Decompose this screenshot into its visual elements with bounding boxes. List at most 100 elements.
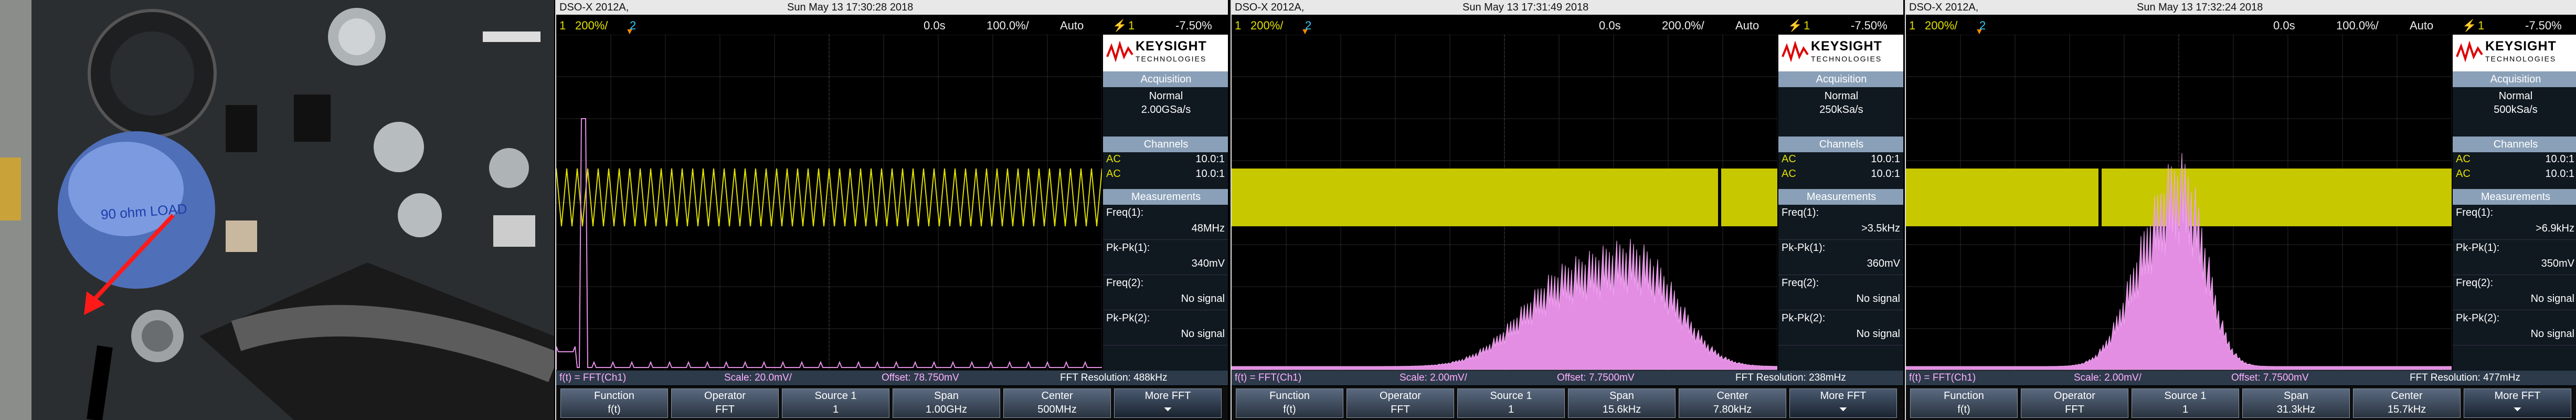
operator-softkey[interactable]: Operator FFT (2021, 388, 2128, 418)
math-scale: Scale: 2.00mV/ (2074, 372, 2142, 383)
trigger-level[interactable]: -7.50% (2525, 19, 2562, 33)
math-function: f(t) = FFT(Ch1) (559, 372, 627, 383)
measurement-label: Freq(1): (1106, 207, 1144, 218)
math-offset: Offset: 7.7500mV (2231, 372, 2309, 383)
acquisition-section[interactable]: Normal 250kSa/s (1778, 87, 1903, 136)
softkey-value: 1 (1508, 404, 1514, 415)
ch1-probe: 10.0:1 (2545, 153, 2574, 165)
measurement-label: Freq(2): (1106, 277, 1144, 289)
fft-resolution: FFT Resolution: 488kHz (1060, 372, 1168, 383)
measurement-row: Pk-Pk(1): 350mV (2453, 240, 2576, 275)
softkey-bar: Function f(t) Operator FFT Source 1 1 Span 1… (556, 386, 1228, 420)
measurements-section[interactable]: Freq(1): >3.5kHz Pk-Pk(1): 360mV Freq(2): N… (1778, 205, 1903, 345)
measurement-label: Pk-Pk(2): (2456, 312, 2500, 324)
vertical-scale[interactable]: 200%/ (1250, 19, 1283, 33)
ch2-coupling: AC (1782, 168, 1796, 180)
measurement-value: No signal (1856, 293, 1900, 304)
softkey-value: 15.6kHz (1602, 404, 1641, 415)
model-name: DSO-X 2012A, (1235, 2, 1305, 13)
waveform-display[interactable] (1906, 35, 2452, 371)
graticule (1232, 35, 1777, 371)
measurements-header: Measurements (1103, 189, 1228, 205)
ch2-coupling: AC (2456, 168, 2471, 180)
sample-rate: 250kSa/s (1819, 104, 1863, 116)
fft-resolution: FFT Resolution: 238mHz (1735, 372, 1846, 383)
trigger-mode[interactable]: Auto (1060, 19, 1084, 33)
source-softkey[interactable]: Source 1 1 (2132, 388, 2239, 418)
measurement-row: Freq(1): >3.5kHz (1778, 205, 1903, 240)
math-scale: Scale: 2.00mV/ (1400, 372, 1467, 383)
time-scale[interactable]: 100.0%/ (987, 19, 1029, 33)
trigger-mode[interactable]: Auto (1735, 19, 1759, 33)
board-photo-drawing (0, 0, 554, 420)
operator-softkey[interactable]: Operator FFT (1347, 388, 1454, 418)
math-scale: Scale: 20.0mV/ (724, 372, 792, 383)
chevron-down-icon: ⏷ (2513, 404, 2522, 415)
softkey-bar: Function f(t) Operator FFT Source 1 1 Span 1… (1232, 386, 1903, 420)
acquisition-section[interactable]: Normal 2.00GSa/s (1103, 87, 1228, 136)
delay-readout[interactable]: 0.0s (924, 19, 946, 33)
center-softkey[interactable]: Center 500MHz (1003, 388, 1111, 418)
waveform-display[interactable] (556, 35, 1102, 371)
channels-section[interactable]: AC 10.0:1 AC 10.0:1 (1778, 152, 1903, 189)
center-softkey[interactable]: Center 15.7kHz (2353, 388, 2461, 418)
channels-section[interactable]: AC 10.0:1 AC 10.0:1 (1103, 152, 1228, 189)
measurement-value: No signal (2530, 328, 2574, 340)
function-softkey[interactable]: Function f(t) (1910, 388, 2018, 418)
acquisition-section[interactable]: Normal 500kSa/s (2453, 87, 2576, 136)
scope-header: 1 200%/ 2 0.0s 200.0%/ Auto ⚡ 1 -7.50% ▼ (1232, 15, 1903, 36)
acquisition-header: Acquisition (1103, 71, 1228, 87)
measurements-section[interactable]: Freq(1): >6.9kHz Pk-Pk(1): 350mV Freq(2): N… (2453, 205, 2576, 345)
softkey-title: Source 1 (1490, 390, 1532, 402)
softkey-value: 1 (2182, 404, 2189, 415)
keysight-logo: KEYSIGHT TECHNOLOGIES (1778, 35, 1903, 71)
measurement-value: 350mV (2541, 258, 2574, 269)
channels-section[interactable]: AC 10.0:1 AC 10.0:1 (2453, 152, 2576, 189)
waveform-display[interactable] (1232, 35, 1777, 371)
trigger-level[interactable]: -7.50% (1175, 19, 1212, 33)
delay-readout[interactable]: 0.0s (2273, 19, 2295, 33)
ch1-indicator[interactable]: 1 (559, 19, 566, 33)
softkey-value: FFT (2065, 404, 2084, 415)
brand-name: KEYSIGHT (2485, 39, 2557, 54)
measurement-value: No signal (1181, 293, 1225, 304)
status-bar: DSO-X 2012A, Sun May 13 17:31:49 2018 (1232, 0, 1903, 15)
channels-header: Channels (2453, 136, 2576, 152)
more-fft-softkey[interactable]: More FFT ⏷ (2464, 388, 2571, 418)
measurement-row: Pk-Pk(2): No signal (1103, 310, 1228, 345)
graticule (1906, 35, 2452, 371)
math-info-bar: f(t) = FFT(Ch1) Scale: 20.0mV/ Offset: 7… (556, 371, 1228, 385)
keysight-logo: KEYSIGHT TECHNOLOGIES (1103, 35, 1228, 71)
span-softkey[interactable]: Span 1.00GHz (893, 388, 1000, 418)
delay-readout[interactable]: 0.0s (1599, 19, 1621, 33)
more-fft-softkey[interactable]: More FFT ⏷ (1114, 388, 1222, 418)
math-info-bar: f(t) = FFT(Ch1) Scale: 2.00mV/ Offset: 7… (1906, 371, 2576, 385)
softkey-title: More FFT (2494, 390, 2541, 402)
measurements-header: Measurements (1778, 189, 1903, 205)
more-fft-softkey[interactable]: More FFT ⏷ (1789, 388, 1897, 418)
acquisition-mode: Normal (2498, 90, 2533, 102)
graticule (556, 35, 1102, 371)
keysight-wave-icon (1106, 41, 1133, 62)
ch1-indicator[interactable]: 1 (1235, 19, 1241, 33)
center-softkey[interactable]: Center 7.80kHz (1679, 388, 1786, 418)
trigger-level[interactable]: -7.50% (1851, 19, 1888, 33)
measurements-section[interactable]: Freq(1): 48MHz Pk-Pk(1): 340mV Freq(2): No … (1103, 205, 1228, 345)
function-softkey[interactable]: Function f(t) (1236, 388, 1343, 418)
trigger-channel: 1 (1804, 19, 1810, 32)
vertical-scale[interactable]: 200%/ (575, 19, 608, 33)
trigger-mode[interactable]: Auto (2410, 19, 2433, 33)
time-scale[interactable]: 100.0%/ (2336, 19, 2379, 33)
ch1-indicator[interactable]: 1 (1909, 19, 1915, 33)
ch1-probe: 10.0:1 (1195, 153, 1225, 165)
function-softkey[interactable]: Function f(t) (560, 388, 668, 418)
operator-softkey[interactable]: Operator FFT (671, 388, 779, 418)
time-scale[interactable]: 200.0%/ (1662, 19, 1704, 33)
span-softkey[interactable]: Span 31.3kHz (2242, 388, 2350, 418)
source-softkey[interactable]: Source 1 1 (782, 388, 889, 418)
softkey-title: More FFT (1820, 390, 1867, 402)
measurement-row: Freq(1): 48MHz (1103, 205, 1228, 240)
source-softkey[interactable]: Source 1 1 (1457, 388, 1565, 418)
vertical-scale[interactable]: 200%/ (1925, 19, 1957, 33)
span-softkey[interactable]: Span 15.6kHz (1568, 388, 1676, 418)
